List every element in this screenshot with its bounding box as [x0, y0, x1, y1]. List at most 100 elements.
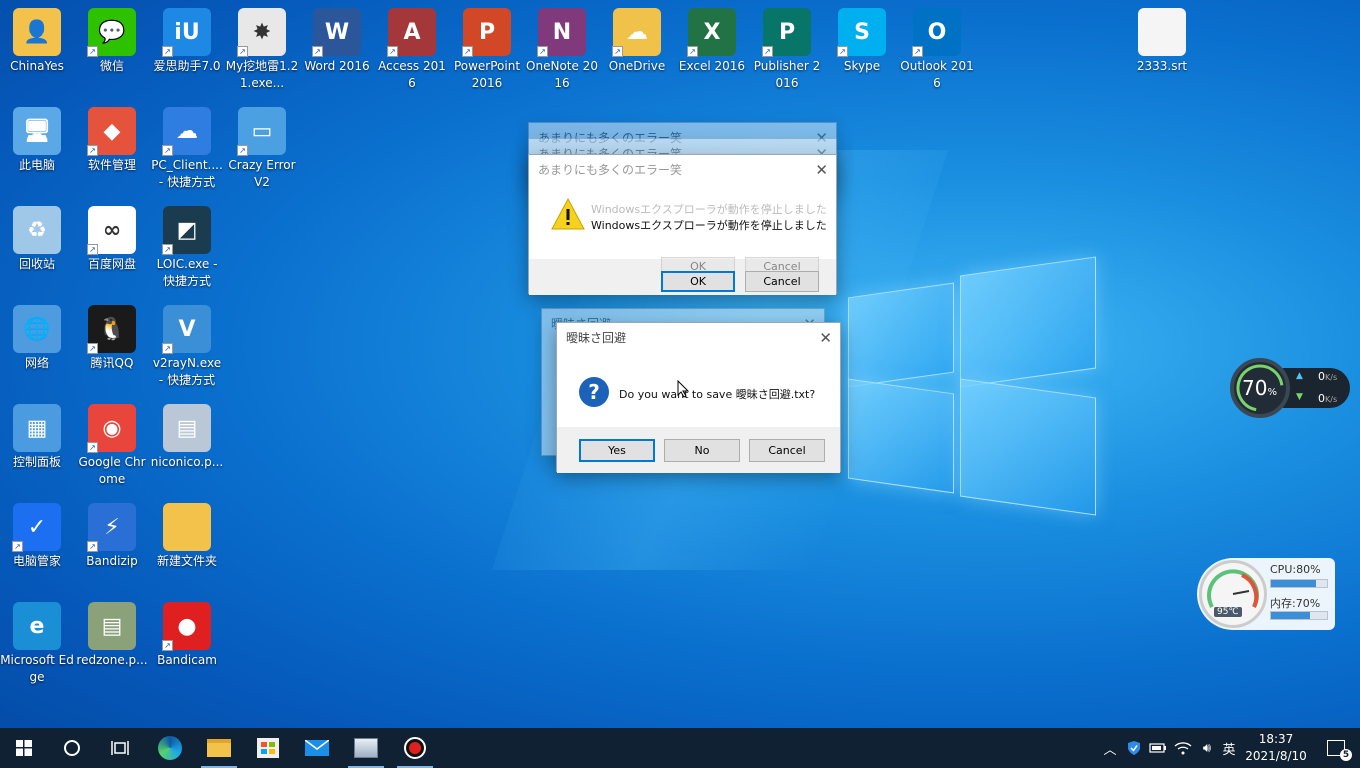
desktop-icon[interactable]: ☁ ↗ PC_Client.... - 快捷方式	[150, 107, 224, 191]
search-circle-icon	[64, 740, 80, 756]
desktop-icon[interactable]: 👤 ChinaYes	[0, 8, 74, 75]
store-bag-icon	[257, 738, 279, 758]
show-hidden-icons-button[interactable]: ︿	[1100, 728, 1120, 768]
tray-battery[interactable]	[1148, 728, 1168, 768]
desktop-icon[interactable]: S ↗ Skype	[825, 8, 899, 75]
clock-date: 2021/8/10	[1245, 749, 1307, 763]
usage-ring: 70%	[1230, 358, 1290, 418]
shortcut-arrow-icon: ↗	[312, 46, 323, 57]
task-view-icon	[111, 741, 129, 755]
action-center-button[interactable]: 5	[1318, 728, 1354, 768]
shortcut-arrow-icon: ↗	[87, 46, 98, 57]
desktop-icon[interactable]: A ↗ Access 2016	[375, 8, 449, 92]
desktop-icon-label: 腾讯QQ	[90, 356, 134, 370]
desktop-icon[interactable]: 💬 ↗ 微信	[75, 8, 149, 75]
desktop-icon[interactable]: N ↗ OneNote 2016	[525, 8, 599, 92]
taskbar-store[interactable]	[244, 728, 292, 768]
desktop-icon[interactable]: 新建文件夹	[150, 503, 224, 570]
taskbar-crazy-error[interactable]	[342, 728, 390, 768]
close-button[interactable]: ✕	[819, 323, 832, 353]
desktop-icon[interactable]: X ↗ Excel 2016	[675, 8, 749, 75]
desktop-icon-label: Access 2016	[378, 59, 446, 90]
desktop-icon[interactable]: P ↗ Publisher 2016	[750, 8, 824, 92]
desktop-icon[interactable]: 🌐 网络	[0, 305, 74, 372]
desktop-icon-label: Crazy Error V2	[228, 158, 296, 189]
desktop-icon-label: 软件管理	[87, 158, 136, 172]
tray-volume[interactable]: 🔊︎	[1196, 728, 1218, 768]
system-monitor-widget[interactable]: 95℃ CPU:80% 内存:70%	[1197, 558, 1335, 630]
app-icon: ▦	[13, 404, 61, 452]
desktop-icon[interactable]: ▭ ↗ Crazy Error V2	[225, 107, 299, 191]
desktop-icon[interactable]: ● ↗ Bandicam	[150, 602, 224, 669]
close-button[interactable]: ✕	[815, 155, 828, 185]
desktop-icon[interactable]: ▦ 控制面板	[0, 404, 74, 471]
cpu-label: CPU:80%	[1270, 563, 1321, 576]
shortcut-arrow-icon: ↗	[87, 244, 98, 255]
desktop-icon-label: niconico.p...	[150, 455, 224, 469]
desktop-icon[interactable]: 🖥 此电脑	[0, 107, 74, 174]
desktop-icon[interactable]: O ↗ Outlook 2016	[900, 8, 974, 92]
desktop-icon[interactable]: ◉ ↗ Google Chrome	[75, 404, 149, 488]
search-button[interactable]	[48, 728, 96, 768]
save-dialog: 曖昧さ回避 ✕ ? Do you want to save 曖昧さ回避.txt?…	[556, 322, 841, 473]
app-icon	[163, 503, 211, 551]
desktop-icon[interactable]: V ↗ v2rayN.exe - 快捷方式	[150, 305, 224, 389]
desktop-icon[interactable]: ☁ ↗ OneDrive	[600, 8, 674, 75]
desktop-icon-label: 控制面板	[12, 455, 61, 469]
desktop-icon[interactable]: ✓ ↗ 电脑管家	[0, 503, 74, 570]
no-button[interactable]: No	[664, 439, 740, 462]
desktop-icon[interactable]: iU ↗ 爱思助手7.0	[150, 8, 224, 75]
tray-security[interactable]	[1124, 728, 1144, 768]
desktop-icon-label: Bandicam	[157, 653, 217, 667]
ime-indicator[interactable]: 英	[1219, 728, 1239, 768]
taskbar: ︿ 🔊︎ 英 18:37 2021/8/10 5	[0, 728, 1360, 768]
shortcut-arrow-icon: ↗	[162, 640, 173, 651]
question-icon: ?	[579, 377, 609, 407]
desktop-icon-label: v2rayN.exe - 快捷方式	[152, 356, 222, 387]
desktop-icon[interactable]: ✸ ↗ My挖地雷1.21.exe...	[225, 8, 299, 92]
desktop-icon[interactable]: W ↗ Word 2016	[300, 8, 374, 75]
app-window-icon	[354, 738, 378, 758]
app-icon	[1138, 8, 1186, 56]
desktop-icon-label: ChinaYes	[10, 59, 64, 73]
desktop-icon[interactable]: ◆ ↗ 软件管理	[75, 107, 149, 174]
desktop-icon[interactable]: ◩ ↗ LOIC.exe - 快捷方式	[150, 206, 224, 290]
desktop-icon[interactable]: ∞ ↗ 百度网盘	[75, 206, 149, 273]
desktop-icon[interactable]: ▤ redzone.p...	[75, 602, 149, 669]
desktop-icon-label: My挖地雷1.21.exe...	[225, 59, 299, 90]
app-icon: 🌐	[13, 305, 61, 353]
taskbar-mail[interactable]	[293, 728, 341, 768]
task-view-button[interactable]	[96, 728, 144, 768]
notification-icon: 5	[1327, 740, 1352, 761]
desktop-icon-label: 新建文件夹	[156, 554, 217, 568]
taskbar-bandicam[interactable]	[391, 728, 439, 768]
desktop-icon[interactable]: ♻ 回收站	[0, 206, 74, 273]
ok-button[interactable]: OK	[661, 271, 735, 292]
desktop-icon-label: Word 2016	[304, 59, 370, 73]
cancel-button[interactable]: Cancel	[749, 439, 825, 462]
clock[interactable]: 18:37 2021/8/10	[1243, 728, 1309, 768]
taskbar-edge[interactable]	[146, 728, 194, 768]
tray-network[interactable]	[1172, 728, 1194, 768]
app-icon: 🖥	[13, 107, 61, 155]
dialog-title: あまりにも多くのエラー笑	[538, 163, 683, 177]
shortcut-arrow-icon: ↗	[462, 46, 473, 57]
taskbar-file-explorer[interactable]	[195, 728, 243, 768]
cpu-bar	[1270, 579, 1328, 588]
desktop-icon[interactable]: e Microsoft Edge	[0, 602, 74, 686]
app-icon: ▤	[88, 602, 136, 650]
desktop-icon[interactable]: P ↗ PowerPoint 2016	[450, 8, 524, 92]
network-speed-widget[interactable]: 70% ▲ 0K/s ▼ 0K/s	[1230, 358, 1350, 418]
yes-button[interactable]: Yes	[579, 439, 655, 462]
desktop-icon-label: 微信	[99, 59, 124, 73]
start-button[interactable]	[0, 728, 48, 768]
desktop-icon[interactable]: 🐧 ↗ 腾讯QQ	[75, 305, 149, 372]
desktop-icon[interactable]: ⚡ ↗ Bandizip	[75, 503, 149, 570]
desktop-icon[interactable]: ▤ niconico.p...	[150, 404, 224, 471]
desktop-icon-label: Publisher 2016	[753, 59, 821, 90]
cancel-button[interactable]: Cancel	[745, 271, 819, 292]
desktop-icon-label: Microsoft Edge	[0, 653, 74, 684]
error-message: Windowsエクスプローラが動作を停止しました	[591, 219, 827, 232]
speaker-icon: 🔊︎	[1202, 740, 1212, 756]
desktop-icon[interactable]: 2333.srt	[1125, 8, 1199, 75]
